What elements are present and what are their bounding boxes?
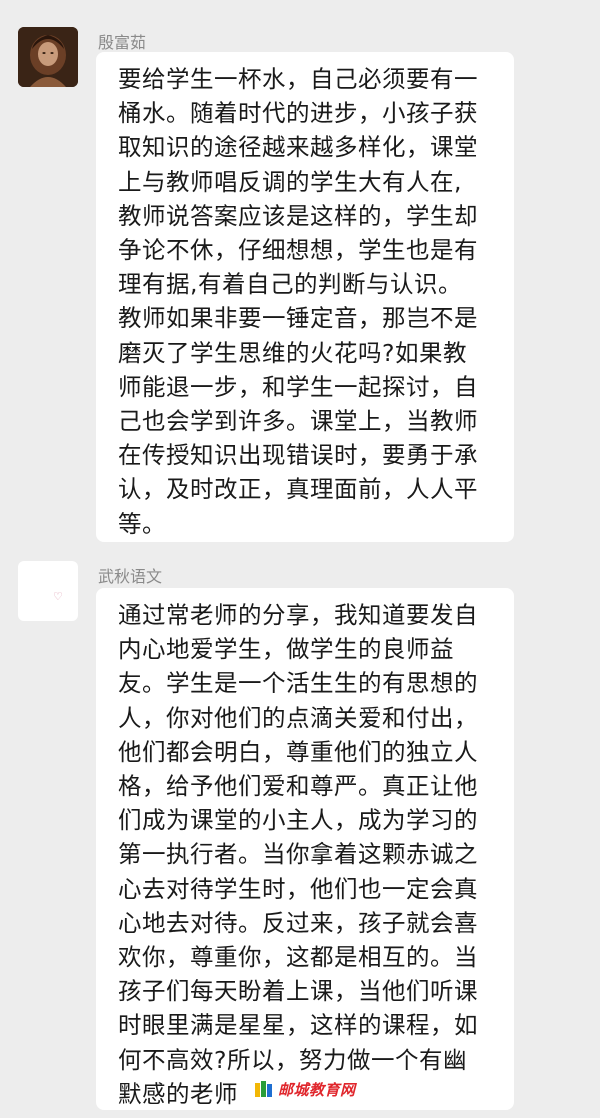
watermark: 邮城教育网: [254, 1078, 356, 1100]
portrait-painting-icon: [18, 27, 78, 87]
message-text: 通过常老师的分享，我知道要发自 内心地爱学生，做学生的良师益 友。学生是一个活生…: [118, 601, 478, 1108]
book-logo-icon: [254, 1079, 274, 1099]
sender-name: 武秋语文: [98, 567, 163, 586]
portrait-painting-avatar[interactable]: [18, 27, 78, 87]
sender-name: 殷富茹: [98, 33, 147, 52]
message-text: 要给学生一杯水，自己必须要有一 桶水。随着时代的进步，小孩子获 取知识的途径越来…: [118, 65, 478, 538]
heart-icon: ♡: [53, 590, 63, 603]
message-bubble[interactable]: 要给学生一杯水，自己必须要有一 桶水。随着时代的进步，小孩子获 取知识的途径越来…: [96, 52, 514, 542]
message-bubble[interactable]: 通过常老师的分享，我知道要发自 内心地爱学生，做学生的良师益 友。学生是一个活生…: [96, 588, 514, 1110]
watermark-text: 邮城教育网: [278, 1080, 356, 1099]
heart-avatar[interactable]: ♡: [18, 561, 78, 621]
